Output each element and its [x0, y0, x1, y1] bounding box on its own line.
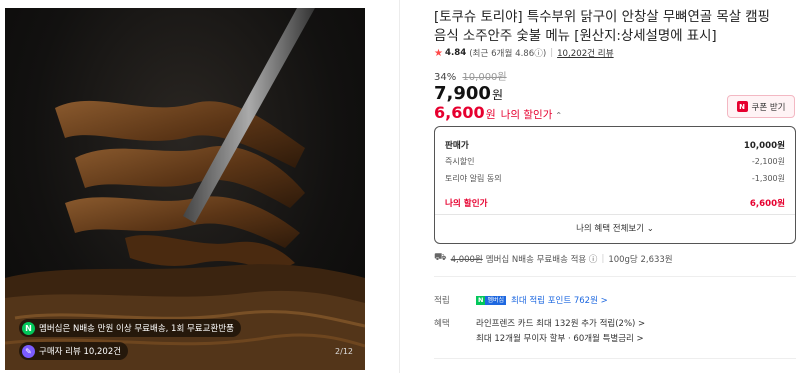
breakdown-row: 즉시할인 -2,100원	[445, 157, 785, 166]
points-label: 적립	[434, 296, 450, 306]
breakdown-row-total: 나의 할인가 6,600원	[445, 199, 785, 209]
shipping-separator: |	[601, 253, 605, 264]
npay-badge: N 멤버십	[476, 295, 507, 305]
section-divider	[434, 276, 796, 277]
my-discount-price[interactable]: 6,600 원 나의 할인가 ⌃	[434, 103, 562, 122]
coupon-button[interactable]: N 쿠폰 받기	[727, 95, 795, 118]
shipping-info: ⛟ 4,000원 멤버십 N배송 무료배송 적용 ⓘ | 100g당 2,633…	[434, 252, 673, 265]
view-all-benefits-button[interactable]: 나의 혜택 전체보기 ⌄	[435, 222, 795, 234]
grilled-chicken-illustration	[5, 8, 365, 370]
points-text: 최대 적립 포인트 762원 >	[511, 296, 608, 306]
image-counter: 2/12	[335, 347, 353, 356]
column-divider	[399, 0, 400, 373]
installment-link[interactable]: 최대 12개월 무이자 할부 · 60개월 특별금리 >	[476, 332, 644, 344]
breakdown-row: 토리야 알림 동의 -1,300원	[445, 174, 785, 183]
rating-summary: ★ 4.84 (최근 6개월 4.86 ⓘ) | 10,202건 리뷰	[434, 47, 614, 60]
discount-line: 34% 10,000원	[434, 68, 507, 83]
info-icon[interactable]: ⓘ)	[534, 47, 546, 59]
chevron-up-icon: ⌃	[555, 111, 563, 120]
membership-icon: N	[22, 321, 35, 335]
review-badge[interactable]: ✎ 구매자 리뷰 10,202건	[19, 342, 129, 360]
card-benefit-link[interactable]: 라인프렌즈 카드 최대 132원 추가 적립(2%) >	[476, 317, 645, 329]
star-icon: ★	[434, 47, 443, 59]
old-shipping-fee: 4,000원	[450, 254, 483, 265]
review-count-link[interactable]: 10,202건 리뷰	[557, 47, 614, 59]
rating-separator: |	[550, 48, 554, 58]
shipping-text[interactable]: 멤버십 N배송 무료배송 적용 ⓘ	[486, 253, 598, 265]
rating-score: 4.84	[444, 48, 467, 58]
breakdown-divider	[435, 214, 795, 215]
sale-price: 7,900원	[434, 83, 503, 104]
rating-recent: (최근 6개월 4.86	[469, 49, 535, 59]
unit-price: 100g당 2,633원	[608, 254, 673, 265]
product-page: N 멤버십은 N배송 만원 이상 무료배송, 1회 무료교환반품 ✎ 구매자 리…	[0, 0, 800, 373]
product-title: [토쿠슈 토리야] 특수부위 닭구이 안창살 무뼈연골 목살 캠핑음식 소주안주…	[434, 10, 770, 44]
discount-rate: 34%	[434, 72, 457, 83]
points-row[interactable]: N 멤버십 최대 적립 포인트 762원 >	[476, 294, 608, 306]
product-image[interactable]: N 멤버십은 N배송 만원 이상 무료배송, 1회 무료교환반품 ✎ 구매자 리…	[5, 8, 365, 370]
original-price: 10,000원	[462, 72, 507, 83]
truck-icon: ⛟	[434, 252, 447, 263]
naver-icon: N	[736, 101, 748, 112]
section-divider	[434, 358, 796, 359]
breakdown-row: 판매가 10,000원	[445, 141, 785, 151]
benefits-label: 혜택	[434, 319, 450, 329]
price-breakdown: 판매가 10,000원 즉시할인 -2,100원 토리야 알림 동의 -1,30…	[434, 126, 796, 244]
review-icon: ✎	[22, 344, 35, 358]
membership-badge: N 멤버십은 N배송 만원 이상 무료배송, 1회 무료교환반품	[19, 319, 241, 337]
